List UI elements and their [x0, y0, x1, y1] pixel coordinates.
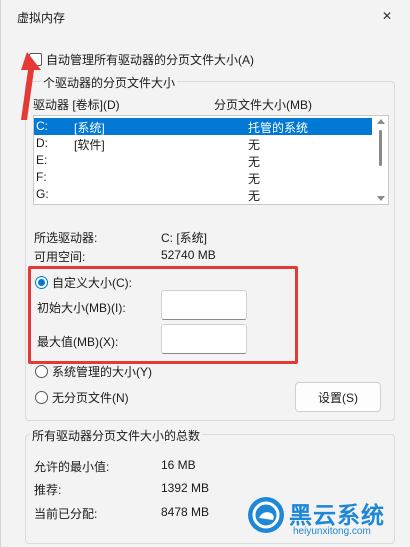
drive-row-e[interactable]: E: 无	[34, 152, 372, 169]
system-managed-label: 系统管理的大小(Y)	[52, 364, 152, 379]
selected-drive-value: C: [系统]	[161, 231, 208, 245]
scroll-down-icon[interactable]	[377, 196, 385, 201]
recommended-value: 1392 MB	[161, 481, 210, 495]
totals-group-title: 所有驱动器分页文件大小的总数	[30, 427, 203, 444]
system-managed-radio[interactable]	[35, 364, 48, 378]
free-space-value: 52740 MB	[161, 248, 216, 262]
max-size-label: 最大值(MB)(X):	[37, 335, 119, 349]
drive-column-header: 驱动器 [卷标](D)	[33, 98, 120, 112]
cloud-logo-icon	[248, 497, 284, 533]
auto-manage-label: 自动管理所有驱动器的分页文件大小(A)	[46, 52, 254, 67]
watermark-title: 黑云系统	[289, 502, 385, 528]
watermark-subtitle: heiyunxitong.com	[293, 526, 371, 537]
watermark: 黑云系统 heiyunxitong.com	[247, 494, 407, 542]
set-button[interactable]: 设置(S)	[295, 382, 381, 412]
drive-size: 托管的系统	[248, 121, 309, 135]
system-managed-radio-row[interactable]: 系统管理的大小(Y)	[35, 362, 152, 380]
current-allocated-value: 8478 MB	[161, 505, 210, 519]
close-icon: ✕	[381, 9, 393, 23]
custom-size-radio[interactable]	[35, 275, 48, 289]
no-paging-radio-row[interactable]: 无分页文件(N)	[35, 388, 129, 406]
drive-row-d[interactable]: D: [软件] 无	[34, 135, 372, 152]
drive-letter: D:	[36, 136, 48, 150]
drive-letter: C:	[36, 119, 48, 133]
initial-size-label: 初始大小(MB)(I):	[37, 301, 126, 315]
window-title: 虚拟内存	[17, 11, 66, 25]
close-button[interactable]: ✕	[373, 4, 401, 28]
drive-size: 无	[248, 172, 261, 186]
drive-row-g[interactable]: G: 无	[34, 186, 372, 203]
no-paging-radio[interactable]	[35, 390, 48, 404]
recommended-label: 推荐:	[34, 483, 62, 497]
initial-size-input[interactable]	[161, 290, 247, 320]
free-space-label: 可用空间:	[34, 250, 86, 264]
min-allowed-value: 16 MB	[161, 458, 196, 472]
drive-letter: G:	[36, 187, 49, 201]
drives-group-title: 个驱动器的分页文件大小	[41, 74, 178, 91]
drive-list-scrollbar[interactable]	[374, 116, 388, 204]
custom-size-label: 自定义大小(C):	[52, 275, 132, 290]
current-allocated-label: 当前已分配:	[34, 507, 98, 521]
min-allowed-label: 允许的最小值:	[34, 460, 110, 474]
auto-manage-checkbox-row[interactable]: 自动管理所有驱动器的分页文件大小(A)	[29, 50, 254, 68]
drive-size: 无	[248, 138, 261, 152]
auto-manage-checkbox[interactable]	[29, 52, 42, 66]
drive-list[interactable]: C: [系统] 托管的系统 D: [软件] 无 E: 无 F: 无 G: 无	[33, 115, 389, 205]
drive-size: 无	[248, 155, 261, 169]
virtual-memory-dialog: 虚拟内存 ✕ 自动管理所有驱动器的分页文件大小(A) 个驱动器的分页文件大小 驱…	[0, 0, 410, 547]
drive-row-f[interactable]: F: 无	[34, 169, 372, 186]
drive-label: [系统]	[74, 121, 105, 135]
size-column-header: 分页文件大小(MB)	[214, 98, 312, 112]
drive-letter: E:	[36, 153, 48, 167]
drive-row-c[interactable]: C: [系统] 托管的系统	[34, 118, 372, 135]
no-paging-label: 无分页文件(N)	[52, 390, 129, 405]
drive-letter: F:	[36, 170, 47, 184]
scroll-thumb[interactable]	[379, 130, 382, 166]
scroll-up-icon[interactable]	[377, 119, 385, 124]
drive-size: 无	[248, 189, 261, 203]
title-bar: 虚拟内存 ✕	[1, 0, 410, 34]
selected-drive-label: 所选驱动器:	[34, 231, 98, 245]
custom-size-radio-row[interactable]: 自定义大小(C):	[35, 273, 132, 291]
drive-label: [软件]	[74, 138, 105, 152]
max-size-input[interactable]	[161, 324, 247, 354]
